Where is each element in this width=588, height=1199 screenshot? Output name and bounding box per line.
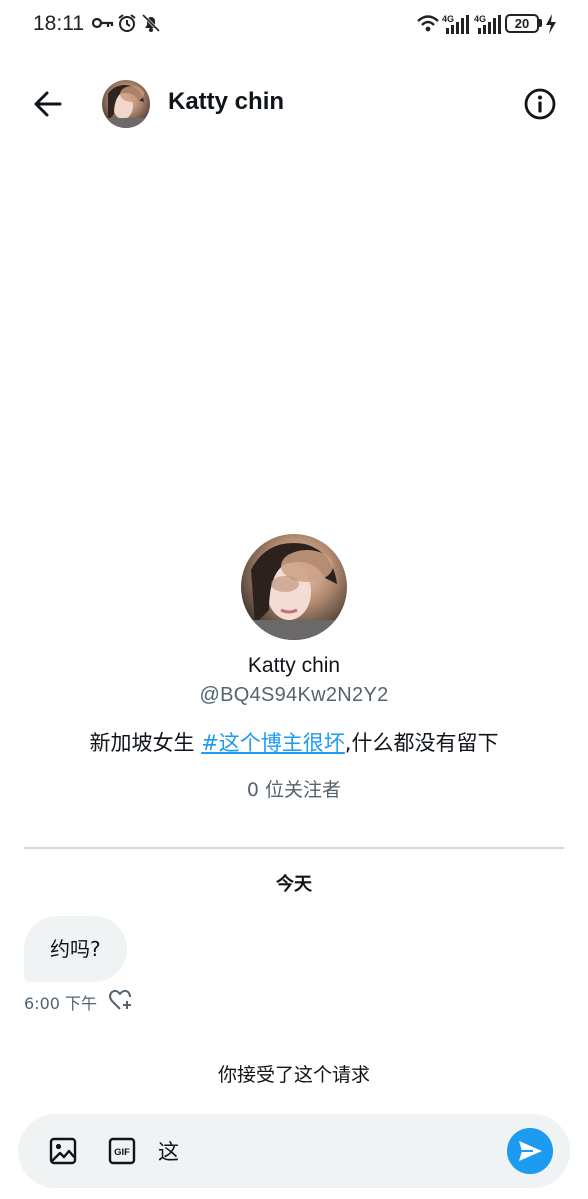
svg-text:GIF: GIF — [114, 1147, 130, 1158]
divider — [24, 847, 564, 849]
request-accepted-notice: 你接受了这个请求 — [217, 1064, 370, 1086]
signal-4g-icon: 4G — [474, 14, 501, 34]
wifi-icon — [417, 15, 439, 32]
status-time: 18:11 — [33, 12, 84, 35]
profile-bio: 新加坡女生 #这个博主很坏,什么都没有留下 — [0, 727, 588, 757]
signal-4g-icon: 4G — [442, 14, 469, 34]
profile-avatar[interactable] — [241, 534, 347, 640]
send-icon[interactable] — [507, 1128, 553, 1174]
profile-card: Katty chin @BQ4S94Kw2N2Y2 新加坡女生 #这个博主很坏,… — [0, 534, 588, 802]
bio-hashtag-link[interactable]: #这个博主很坏 — [201, 731, 345, 755]
message-composer: GIF — [18, 1114, 570, 1188]
battery-icon: 20 — [505, 14, 539, 33]
profile-handle: @BQ4S94Kw2N2Y2 — [199, 684, 389, 706]
bell-mute-icon — [142, 13, 160, 33]
battery-tip — [539, 19, 542, 27]
bio-text-rest: ,什么都没有留下 — [344, 731, 499, 755]
date-separator: 今天 — [276, 874, 312, 895]
header-avatar[interactable] — [102, 80, 150, 128]
message-timestamp: 6:00 下午 — [24, 994, 98, 1013]
message-bubble[interactable]: 约吗? — [24, 916, 127, 982]
svg-text:4G: 4G — [474, 14, 486, 24]
heart-add-icon[interactable] — [108, 987, 134, 1013]
charging-icon — [546, 14, 556, 34]
follower-count[interactable]: 0 位关注者 — [0, 775, 588, 802]
message-input[interactable] — [158, 1132, 498, 1170]
status-bar: 18:11 4G 4G 20 — [0, 0, 588, 50]
header-title[interactable]: Katty chin — [168, 88, 284, 116]
gif-icon[interactable]: GIF — [108, 1137, 136, 1165]
alarm-icon — [118, 14, 136, 32]
key-icon — [92, 17, 114, 29]
bio-text: 新加坡女生 — [89, 731, 202, 755]
info-icon[interactable] — [523, 87, 557, 121]
back-arrow-icon[interactable] — [30, 86, 66, 122]
svg-text:4G: 4G — [442, 14, 454, 24]
profile-name: Katty chin — [247, 654, 341, 677]
conversation-header: Katty chin — [0, 60, 588, 150]
image-icon[interactable] — [48, 1136, 78, 1166]
